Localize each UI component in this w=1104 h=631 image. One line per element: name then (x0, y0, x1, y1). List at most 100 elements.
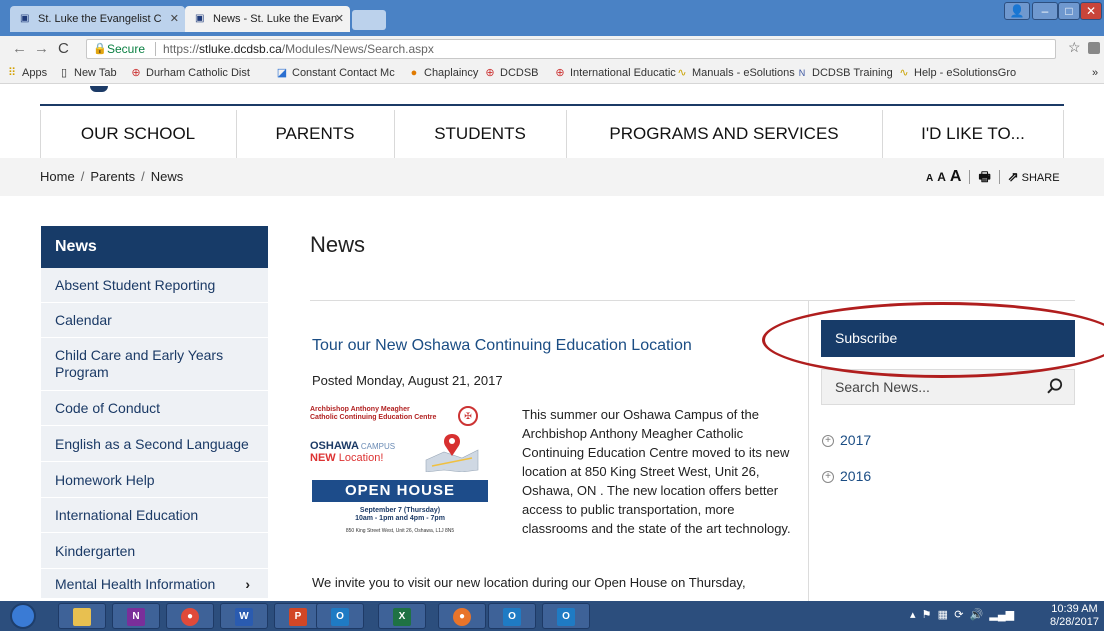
browser-tab-st-luke[interactable]: ▣ St. Luke the Evangelist C ✕ (10, 6, 185, 32)
search-icon[interactable] (1046, 377, 1064, 395)
taskbar-chrome[interactable]: ● (166, 603, 214, 629)
forward-arrow-icon[interactable]: → (34, 40, 49, 57)
url-host: stluke.dcdsb.ca (199, 42, 282, 56)
sidebar-item-code-of-conduct[interactable]: Code of Conduct (41, 391, 268, 426)
breadcrumb-home[interactable]: Home (40, 169, 75, 184)
sidebar-item-label: Mental Health Information (55, 575, 216, 592)
taskbar-powerpoint[interactable]: P (274, 603, 322, 629)
bookmark-label: Help - eSolutionsGro (914, 67, 1017, 79)
sidebar-item-absent-student-reporting[interactable]: Absent Student Reporting (41, 268, 268, 303)
volume-icon[interactable]: 🔊 (970, 609, 984, 621)
tray-sync-icon[interactable]: ⟳ (954, 609, 963, 621)
tab-close-icon[interactable]: ✕ (335, 6, 344, 32)
section-sidebar-nav: News Absent Student Reporting Calendar C… (41, 226, 268, 599)
sidebar-item-calendar[interactable]: Calendar (41, 303, 268, 338)
share-icon: ⇗ (1007, 169, 1019, 184)
bookmark-durham-catholic[interactable]: ⊕ Durham Catholic Dist (130, 62, 250, 83)
back-arrow-icon[interactable]: ← (12, 40, 27, 57)
windows-taskbar: N ● W P O X ● O O ▴ ⚑ ▦ ⟳ 🔊 ▂▄▆ 10:39 AM… (0, 601, 1104, 631)
sidebar-item-mental-health[interactable]: Mental Health Information › (41, 569, 268, 599)
print-icon[interactable]: 🖶 (978, 169, 990, 184)
page-icon: ▯ (60, 67, 68, 79)
tray-network-icon[interactable]: ▦ (938, 609, 948, 621)
school-crest-logo[interactable] (90, 86, 108, 92)
signal-icon[interactable]: ▂▄▆ (989, 609, 1014, 621)
text-size-medium-button[interactable]: A (937, 170, 946, 184)
flyer-oshawa-word: OSHAWA (310, 440, 359, 452)
sidebar-item-homework-help[interactable]: Homework Help (41, 462, 268, 498)
firefox-icon: ● (453, 608, 471, 626)
user-profile-button[interactable]: 👤 (1004, 2, 1030, 20)
close-window-button[interactable]: ✕ (1080, 2, 1102, 20)
taskbar-word[interactable]: W (220, 603, 268, 629)
map-pin-icon (425, 434, 479, 472)
browser-tab-strip: ▣ St. Luke the Evangelist C ✕ ▣ News - S… (0, 0, 1104, 36)
minimize-button[interactable]: – (1032, 2, 1058, 20)
taskbar-firefox[interactable]: ● (438, 603, 486, 629)
taskbar-excel[interactable]: X (378, 603, 426, 629)
bookmark-chaplaincy[interactable]: ● Chaplaincy (408, 62, 479, 83)
bookmark-new-tab[interactable]: ▯ New Tab (58, 62, 117, 83)
nav-students[interactable]: STUDENTS (394, 110, 566, 158)
archive-year-2017[interactable]: +2017 (822, 432, 871, 448)
maximize-button[interactable]: □ (1058, 2, 1080, 20)
sidebar-item-esl[interactable]: English as a Second Language (41, 426, 268, 462)
flyer-line2: Catholic Continuing Education Centre (310, 414, 437, 421)
flyer-new-word: NEW (310, 452, 336, 464)
archive-year-2016[interactable]: +2016 (822, 468, 871, 484)
sidebar-item-child-care[interactable]: Child Care and Early Years Program (41, 338, 268, 391)
taskbar-outlook-window-2[interactable]: O (542, 603, 590, 629)
text-size-large-button[interactable]: A (950, 168, 962, 185)
breadcrumb-separator: / (80, 169, 85, 184)
onenote-icon: N (127, 608, 145, 626)
taskbar-clock[interactable]: 10:39 AM 8/28/2017 (1050, 603, 1099, 629)
extension-icon[interactable] (1088, 42, 1100, 54)
article-posted-date: Posted Monday, August 21, 2017 (312, 373, 503, 388)
sidebar-title[interactable]: News (41, 226, 268, 268)
bookmark-dcdsb[interactable]: ⊕ DCDSB (484, 62, 538, 83)
year-label: 2016 (840, 468, 872, 484)
url-scheme: https:// (163, 42, 200, 56)
breadcrumb-parents[interactable]: Parents (90, 169, 135, 184)
bookmarks-overflow-button[interactable]: » (1092, 62, 1098, 83)
taskbar-onenote[interactable]: N (112, 603, 160, 629)
sidebar-item-international-education[interactable]: International Education (41, 498, 268, 533)
system-tray[interactable]: ▴ ⚑ ▦ ⟳ 🔊 ▂▄▆ (910, 608, 1014, 621)
share-button[interactable]: ⇗ SHARE (1008, 169, 1060, 184)
taskbar-outlook[interactable]: O (316, 603, 364, 629)
address-separator (155, 42, 156, 56)
bookmark-apps[interactable]: ⠿ Apps (6, 62, 47, 83)
new-tab-button[interactable] (352, 10, 386, 30)
nav-parents[interactable]: PARENTS (236, 110, 394, 158)
school-favicon-icon: ▣ (20, 13, 30, 24)
flyer-time: 10am - 1pm and 4pm - 7pm (355, 515, 445, 522)
article-title-link[interactable]: Tour our New Oshawa Continuing Education… (312, 337, 692, 355)
chrome-icon: ● (181, 608, 199, 626)
url-text[interactable]: https://stluke.dcdsb.ca/Modules/News/Sea… (163, 40, 434, 58)
word-icon: W (235, 608, 253, 626)
tray-expand-icon[interactable]: ▴ (910, 609, 916, 621)
bookmark-dcdsb-training[interactable]: N DCDSB Training (796, 62, 893, 83)
text-size-small-button[interactable]: A (926, 173, 933, 184)
reload-icon[interactable]: C (58, 40, 69, 57)
outlook-icon: O (503, 608, 521, 626)
tab-close-icon[interactable]: ✕ (170, 6, 179, 32)
tray-flag-icon[interactable]: ⚑ (922, 609, 932, 621)
sidebar-item-kindergarten[interactable]: Kindergarten (41, 533, 268, 569)
url-path: /Modules/News/Search.aspx (281, 42, 434, 56)
nav-programs-and-services[interactable]: PROGRAMS AND SERVICES (566, 110, 882, 158)
windows-start-icon[interactable] (10, 603, 36, 629)
bookmark-star-icon[interactable]: ☆ (1068, 39, 1081, 56)
bookmark-help-esolutions[interactable]: ∿ Help - eSolutionsGro (898, 62, 1017, 83)
browser-tab-news[interactable]: ▣ News - St. Luke the Evan ✕ (185, 6, 350, 32)
taskbar-outlook-window-1[interactable]: O (488, 603, 536, 629)
apps-grid-icon: ⠿ (7, 67, 17, 79)
bookmark-label: Manuals - eSolutions (692, 67, 795, 79)
bookmark-constant-contact[interactable]: ◪ Constant Contact Mc (276, 62, 395, 83)
nav-our-school[interactable]: OUR SCHOOL (40, 110, 236, 158)
address-bar[interactable]: 🔒 Secure https://stluke.dcdsb.ca/Modules… (86, 39, 1056, 59)
nav-id-like-to[interactable]: I'D LIKE TO... (882, 110, 1064, 158)
taskbar-file-explorer[interactable] (58, 603, 106, 629)
bookmark-manuals[interactable]: ∿ Manuals - eSolutions (676, 62, 795, 83)
bookmark-international-education[interactable]: ⊕ International Educatic (554, 62, 675, 83)
